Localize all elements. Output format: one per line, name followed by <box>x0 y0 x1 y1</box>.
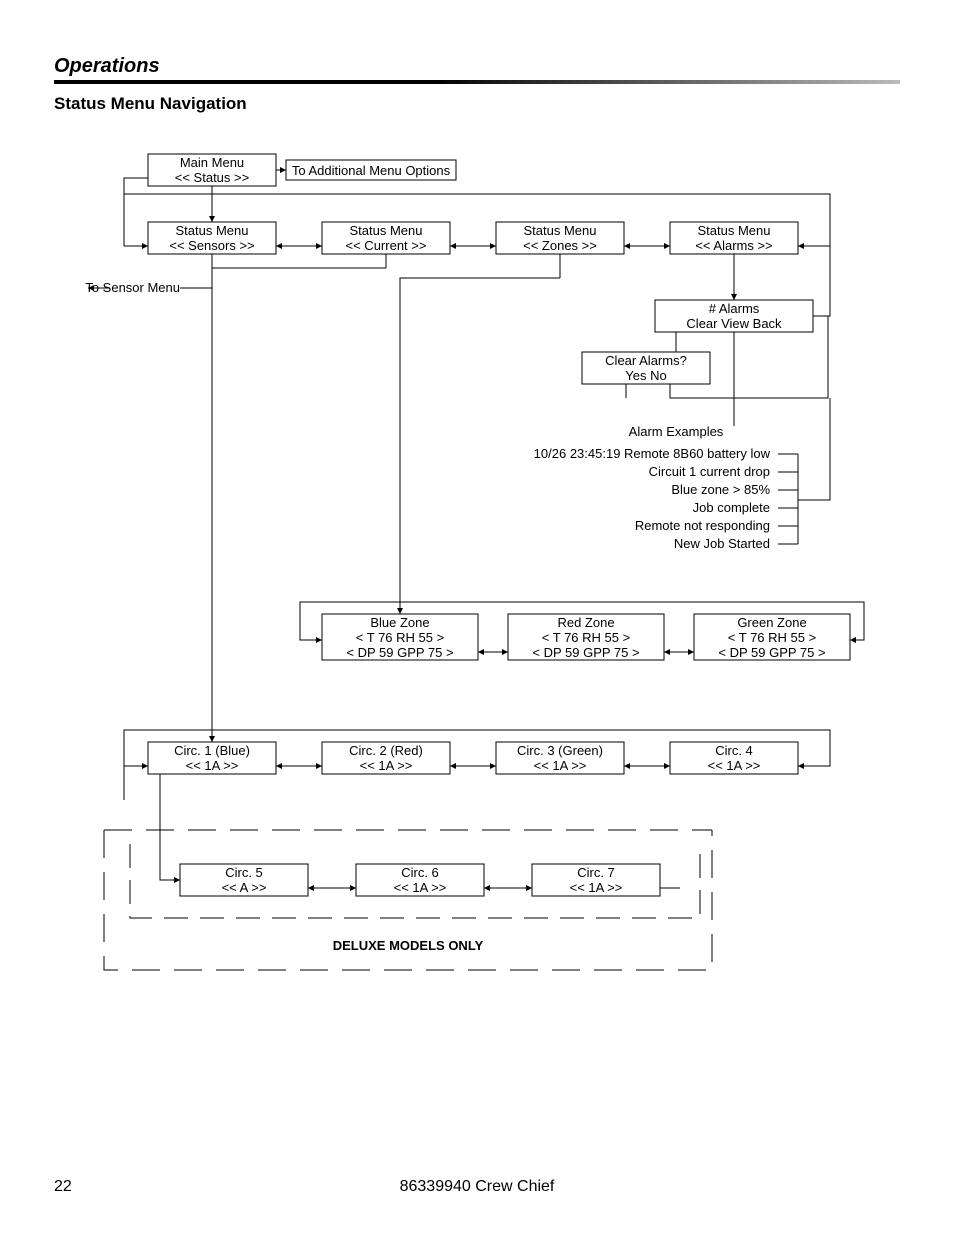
svg-text:Circ. 2 (Red): Circ. 2 (Red) <box>349 743 423 758</box>
main-menu-nav: << Status >> <box>175 170 249 185</box>
svg-text:Status Menu: Status Menu <box>524 223 597 238</box>
svg-text:Blue Zone: Blue Zone <box>370 615 429 630</box>
alarm-example-row: Job complete <box>693 500 798 515</box>
svg-text:<< Current >>: << Current >> <box>346 238 427 253</box>
to-sensor-menu-label: To Sensor Menu <box>85 280 180 295</box>
svg-text:<< 1A >>: << 1A >> <box>394 880 447 895</box>
svg-text:Remote not responding: Remote not responding <box>635 518 770 533</box>
zone-blue-box: Blue Zone < T 76 RH 55 > < DP 59 GPP 75 … <box>322 614 478 660</box>
alarm-example-row: Blue zone > 85% <box>671 482 798 497</box>
svg-text:Blue zone > 85%: Blue zone > 85% <box>671 482 770 497</box>
svg-text:< DP 59 GPP 75 >: < DP 59 GPP 75 > <box>346 645 453 660</box>
status-zones-box: Status Menu << Zones >> <box>496 222 624 254</box>
svg-text:< T 76 RH 55 >: < T 76 RH 55 > <box>542 630 630 645</box>
svg-text:<< A >>: << A >> <box>222 880 267 895</box>
svg-text:# Alarms: # Alarms <box>709 301 760 316</box>
alarm-example-row: Circuit 1 current drop <box>649 464 798 479</box>
main-menu-box: Main Menu << Status >> <box>148 154 276 186</box>
circ5-box: Circ. 5 << A >> <box>180 864 308 896</box>
svg-text:Clear Alarms?: Clear Alarms? <box>605 353 687 368</box>
svg-text:Circ. 7: Circ. 7 <box>577 865 615 880</box>
svg-text:<< 1A >>: << 1A >> <box>360 758 413 773</box>
additional-options-box: To Additional Menu Options <box>286 160 456 180</box>
svg-text:Circuit 1 current drop: Circuit 1 current drop <box>649 464 770 479</box>
svg-text:<< 1A >>: << 1A >> <box>186 758 239 773</box>
alarm-example-row: Remote not responding <box>635 518 798 533</box>
num-alarms-box: # Alarms Clear View Back <box>655 300 813 332</box>
svg-text:10/26 23:45:19 Remote 8B60 bat: 10/26 23:45:19 Remote 8B60 battery low <box>534 446 771 461</box>
svg-text:<< Alarms >>: << Alarms >> <box>695 238 772 253</box>
deluxe-label: DELUXE MODELS ONLY <box>333 938 484 953</box>
svg-text:Job complete: Job complete <box>693 500 770 515</box>
svg-text:< T 76 RH 55 >: < T 76 RH 55 > <box>728 630 816 645</box>
clear-alarms-box: Clear Alarms? Yes No <box>582 352 710 384</box>
circ4-box: Circ. 4 << 1A >> <box>670 742 798 774</box>
diagram-canvas: Main Menu << Status >> To Additional Men… <box>0 0 954 1235</box>
circ7-box: Circ. 7 << 1A >> <box>532 864 660 896</box>
circ1-box: Circ. 1 (Blue) << 1A >> <box>148 742 276 774</box>
alarm-examples-heading: Alarm Examples <box>629 424 724 439</box>
svg-text:Red Zone: Red Zone <box>557 615 614 630</box>
zone-green-box: Green Zone < T 76 RH 55 > < DP 59 GPP 75… <box>694 614 850 660</box>
svg-text:Clear View Back: Clear View Back <box>686 316 782 331</box>
circ2-box: Circ. 2 (Red) << 1A >> <box>322 742 450 774</box>
svg-text:Green Zone: Green Zone <box>737 615 806 630</box>
svg-text:Circ. 5: Circ. 5 <box>225 865 263 880</box>
svg-text:Status Menu: Status Menu <box>176 223 249 238</box>
svg-text:<< Sensors >>: << Sensors >> <box>169 238 254 253</box>
svg-text:< DP 59 GPP 75 >: < DP 59 GPP 75 > <box>718 645 825 660</box>
zone-red-box: Red Zone < T 76 RH 55 > < DP 59 GPP 75 > <box>508 614 664 660</box>
alarm-example-row: New Job Started <box>674 536 798 551</box>
status-alarms-box: Status Menu << Alarms >> <box>670 222 798 254</box>
svg-text:New Job Started: New Job Started <box>674 536 770 551</box>
svg-text:<< 1A >>: << 1A >> <box>708 758 761 773</box>
status-current-box: Status Menu << Current >> <box>322 222 450 254</box>
svg-text:<< 1A >>: << 1A >> <box>570 880 623 895</box>
circ3-box: Circ. 3 (Green) << 1A >> <box>496 742 624 774</box>
svg-text:<< 1A >>: << 1A >> <box>534 758 587 773</box>
svg-text:Circ. 1 (Blue): Circ. 1 (Blue) <box>174 743 250 758</box>
svg-text:Circ. 3 (Green): Circ. 3 (Green) <box>517 743 603 758</box>
svg-text:<< Zones >>: << Zones >> <box>523 238 597 253</box>
svg-text:Circ. 6: Circ. 6 <box>401 865 439 880</box>
additional-options-label: To Additional Menu Options <box>292 163 451 178</box>
svg-text:Circ. 4: Circ. 4 <box>715 743 753 758</box>
svg-text:< T 76 RH 55 >: < T 76 RH 55 > <box>356 630 444 645</box>
svg-text:Status Menu: Status Menu <box>350 223 423 238</box>
svg-text:< DP 59 GPP 75 >: < DP 59 GPP 75 > <box>532 645 639 660</box>
svg-text:Yes No: Yes No <box>625 368 666 383</box>
alarm-example-row: 10/26 23:45:19 Remote 8B60 battery low <box>534 446 798 461</box>
circ6-box: Circ. 6 << 1A >> <box>356 864 484 896</box>
svg-text:Status Menu: Status Menu <box>698 223 771 238</box>
status-sensors-box: Status Menu << Sensors >> <box>148 222 276 254</box>
main-menu-title: Main Menu <box>180 155 244 170</box>
